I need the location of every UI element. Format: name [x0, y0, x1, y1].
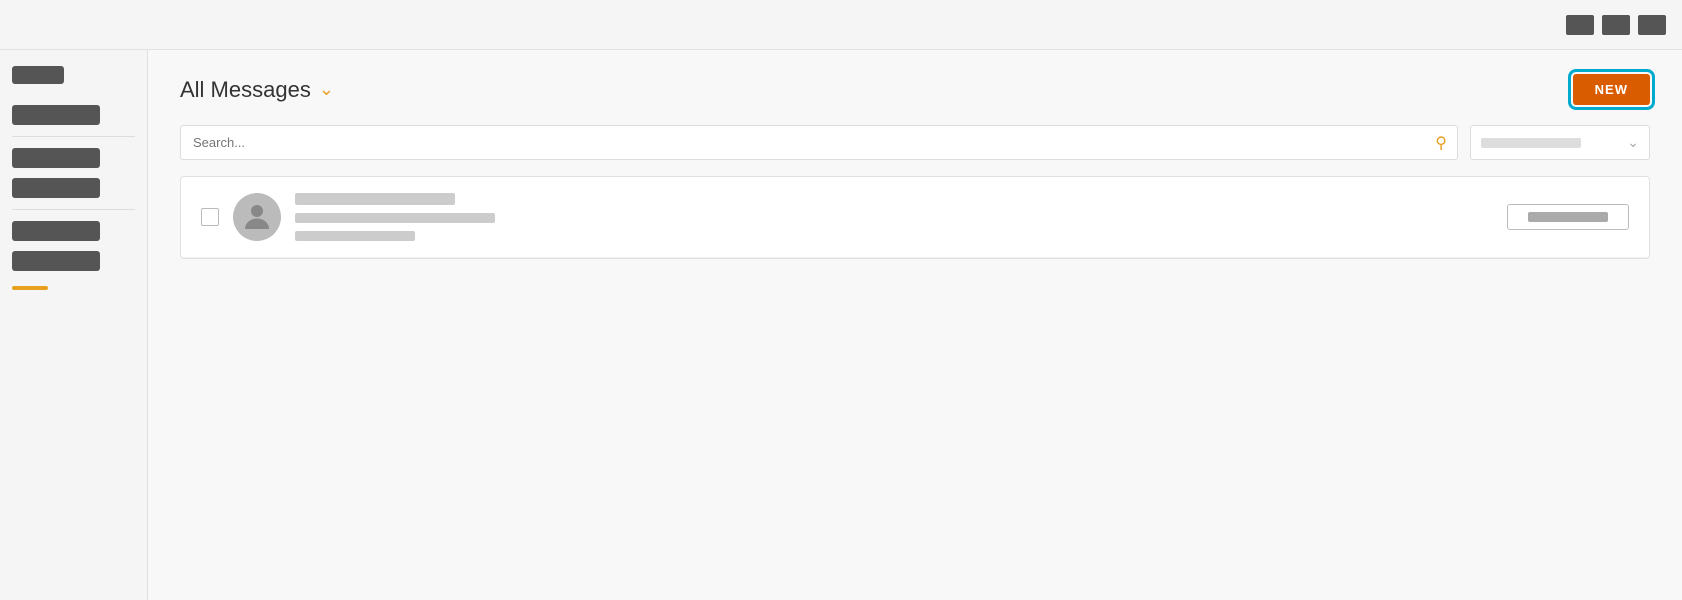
- sidebar-item-5[interactable]: [12, 251, 100, 271]
- user-avatar-icon: [239, 199, 275, 235]
- chevron-down-icon[interactable]: ⌄: [319, 79, 334, 100]
- sidebar-accent: [12, 286, 48, 290]
- list-icon[interactable]: [1602, 15, 1630, 35]
- sidebar: [0, 50, 148, 600]
- search-icon: ⚲: [1435, 133, 1447, 153]
- search-row: ⚲ ⌄: [180, 125, 1650, 160]
- top-bar: [0, 0, 1682, 50]
- message-body: [295, 193, 1493, 241]
- main-layout: All Messages ⌄ NEW ⚲ ⌄: [0, 50, 1682, 600]
- search-input-wrap: ⚲: [180, 125, 1458, 160]
- sidebar-item-4[interactable]: [12, 221, 100, 241]
- sidebar-item-3[interactable]: [12, 178, 100, 198]
- content-area: All Messages ⌄ NEW ⚲ ⌄: [148, 50, 1682, 600]
- message-checkbox[interactable]: [201, 208, 219, 226]
- page-title-wrap: All Messages ⌄: [180, 77, 334, 103]
- filter-placeholder-text: [1481, 138, 1581, 148]
- page-title: All Messages: [180, 77, 311, 103]
- header-row: All Messages ⌄ NEW: [180, 74, 1650, 105]
- avatar: [233, 193, 281, 241]
- search-input[interactable]: [181, 127, 1457, 158]
- message-list: [180, 176, 1650, 259]
- chevron-down-icon: ⌄: [1627, 134, 1639, 151]
- sidebar-divider-2: [12, 209, 135, 210]
- message-action-button[interactable]: [1507, 204, 1629, 230]
- action-button-label: [1528, 212, 1608, 222]
- sidebar-item-1[interactable]: [12, 105, 100, 125]
- table-row: [181, 177, 1649, 258]
- new-button[interactable]: NEW: [1573, 74, 1650, 105]
- sidebar-item-2[interactable]: [12, 148, 100, 168]
- sidebar-divider-1: [12, 136, 135, 137]
- filter-dropdown[interactable]: ⌄: [1470, 125, 1650, 160]
- grid-icon[interactable]: [1566, 15, 1594, 35]
- message-line-1: [295, 193, 455, 205]
- message-line-2: [295, 213, 495, 223]
- sidebar-top-item[interactable]: [12, 66, 64, 84]
- menu-icon[interactable]: [1638, 15, 1666, 35]
- message-line-3: [295, 231, 415, 241]
